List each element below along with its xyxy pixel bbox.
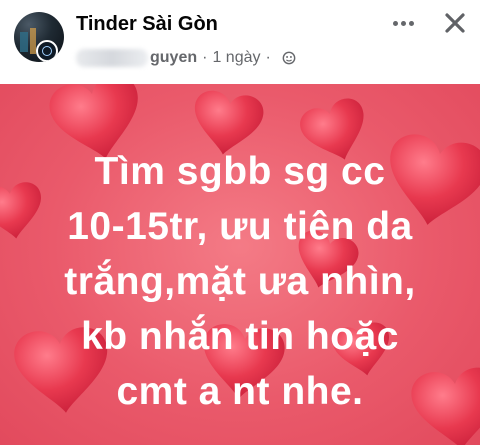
post-text-line: 10-15tr, ưu tiên da [67,205,413,248]
more-dots-icon [408,20,414,26]
post-text-line: trắng,mặt ưa nhìn, [64,260,416,303]
post-meta: guyen · 1 ngày · [76,47,296,69]
post-time[interactable]: 1 ngày [212,49,260,67]
post-header: Tinder Sài Gòn guyen · 1 ngày · [0,0,480,84]
meta-separator: · [265,49,271,66]
author-name-redacted [76,49,148,67]
post-text-line: cmt a nt nhe. [116,370,364,413]
post-text-line: Tìm sgbb sg cc [94,150,386,193]
post-background: Tìm sgbb sg cc 10-15tr, ưu tiên da trắng… [0,84,480,445]
globe-icon [282,51,296,65]
more-options-button[interactable] [386,8,420,38]
group-name[interactable]: Tinder Sài Gòn [76,13,218,36]
avatar-city-building [20,32,28,52]
post-text: Tìm sgbb sg cc 10-15tr, ưu tiên da trắng… [0,144,480,419]
author-name[interactable]: guyen [150,49,197,67]
more-dots-icon [400,20,406,26]
author-avatar[interactable] [36,40,58,62]
close-icon[interactable] [440,8,470,38]
more-dots-icon [392,20,398,26]
meta-separator: · [202,49,208,66]
post-text-line: kb nhắn tin hoặc [81,315,399,358]
group-avatar[interactable] [14,12,64,62]
